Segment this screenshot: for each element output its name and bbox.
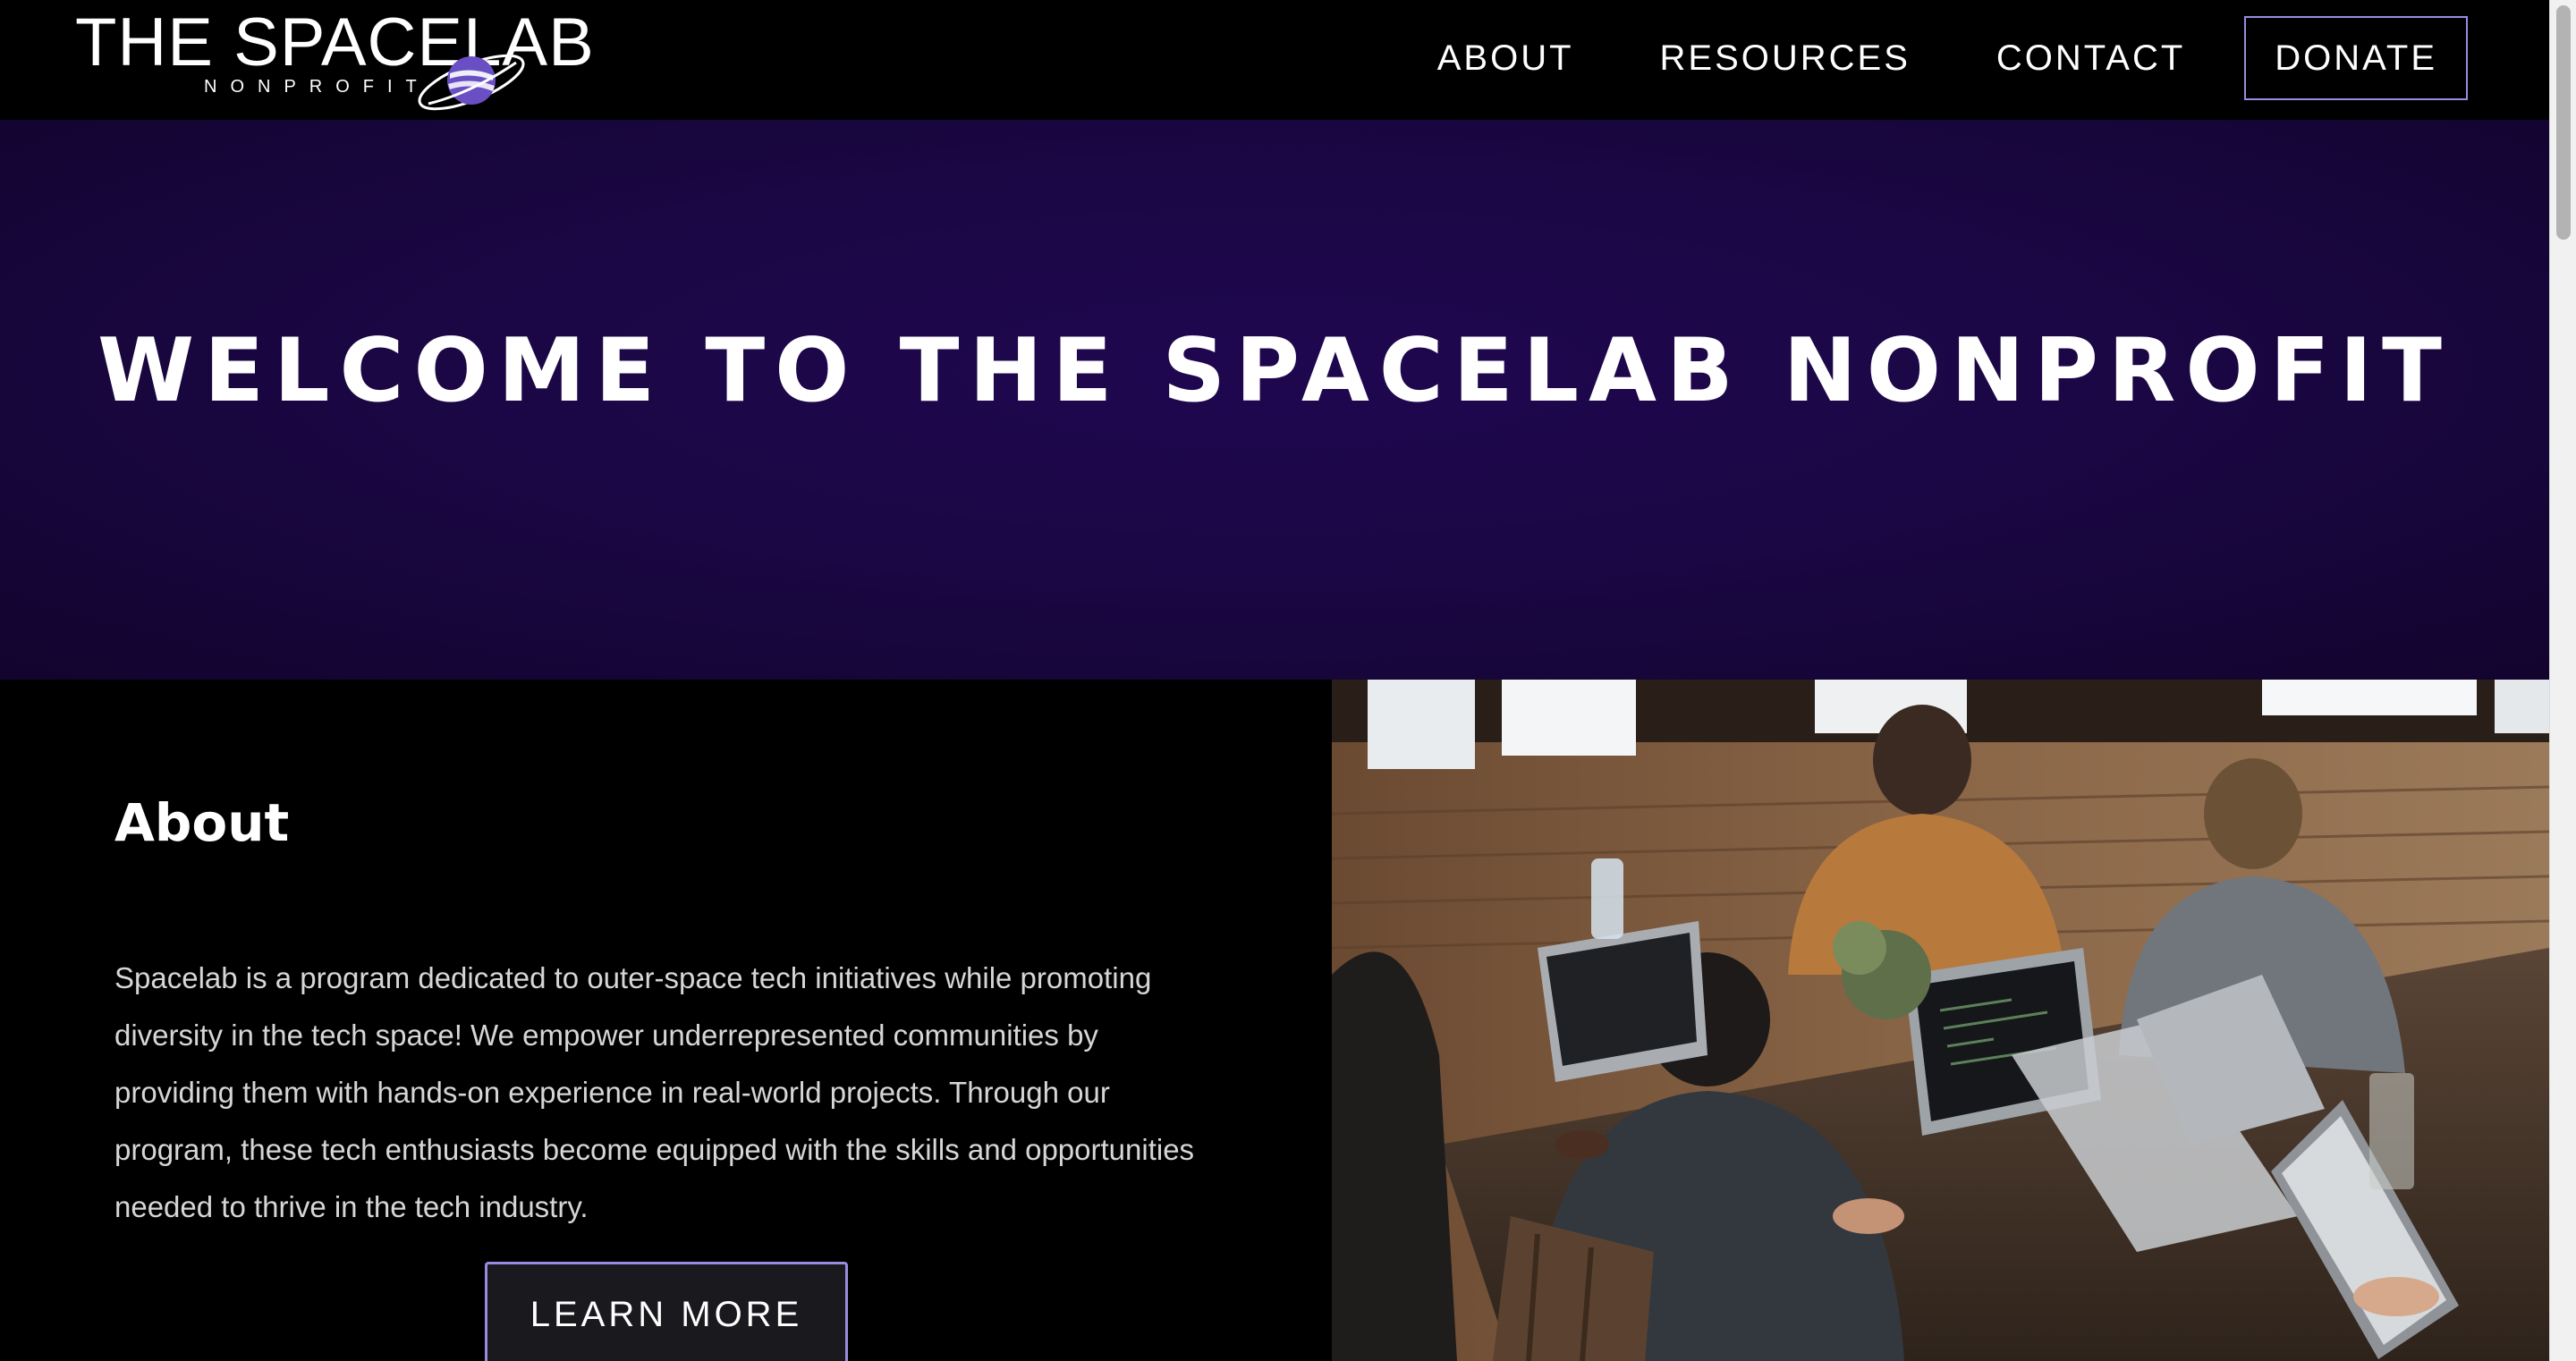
- learn-more-button[interactable]: LEARN MORE: [485, 1262, 848, 1361]
- donate-button[interactable]: DONATE: [2244, 16, 2468, 100]
- nav-resources-link[interactable]: RESOURCES: [1660, 38, 1911, 79]
- scrollbar-thumb[interactable]: [2556, 5, 2571, 240]
- team-photo: [1332, 680, 2549, 1361]
- logo[interactable]: THE SPACELAB NONPROFIT: [75, 7, 594, 114]
- hero-banner: WELCOME TO THE SPACELAB NONPROFIT: [0, 120, 2549, 680]
- logo-subtitle: NONPROFIT: [204, 77, 430, 97]
- page-scrollbar[interactable]: [2549, 0, 2576, 1361]
- about-heading: About: [114, 792, 290, 853]
- about-section: About Spacelab is a program dedicated to…: [0, 680, 1332, 1361]
- site-header: THE SPACELAB NONPROFIT ABOUT RESOURCES C…: [0, 0, 2549, 120]
- hero-title: WELCOME TO THE SPACELAB NONPROFIT: [97, 320, 2452, 422]
- nav-contact-link[interactable]: CONTACT: [1996, 38, 2185, 79]
- about-text: Spacelab is a program dedicated to outer…: [114, 961, 1195, 1223]
- main-nav: ABOUT RESOURCES CONTACT DONATE: [1437, 16, 2468, 100]
- nav-about-link[interactable]: ABOUT: [1437, 38, 1574, 79]
- planet-icon: [418, 54, 525, 111]
